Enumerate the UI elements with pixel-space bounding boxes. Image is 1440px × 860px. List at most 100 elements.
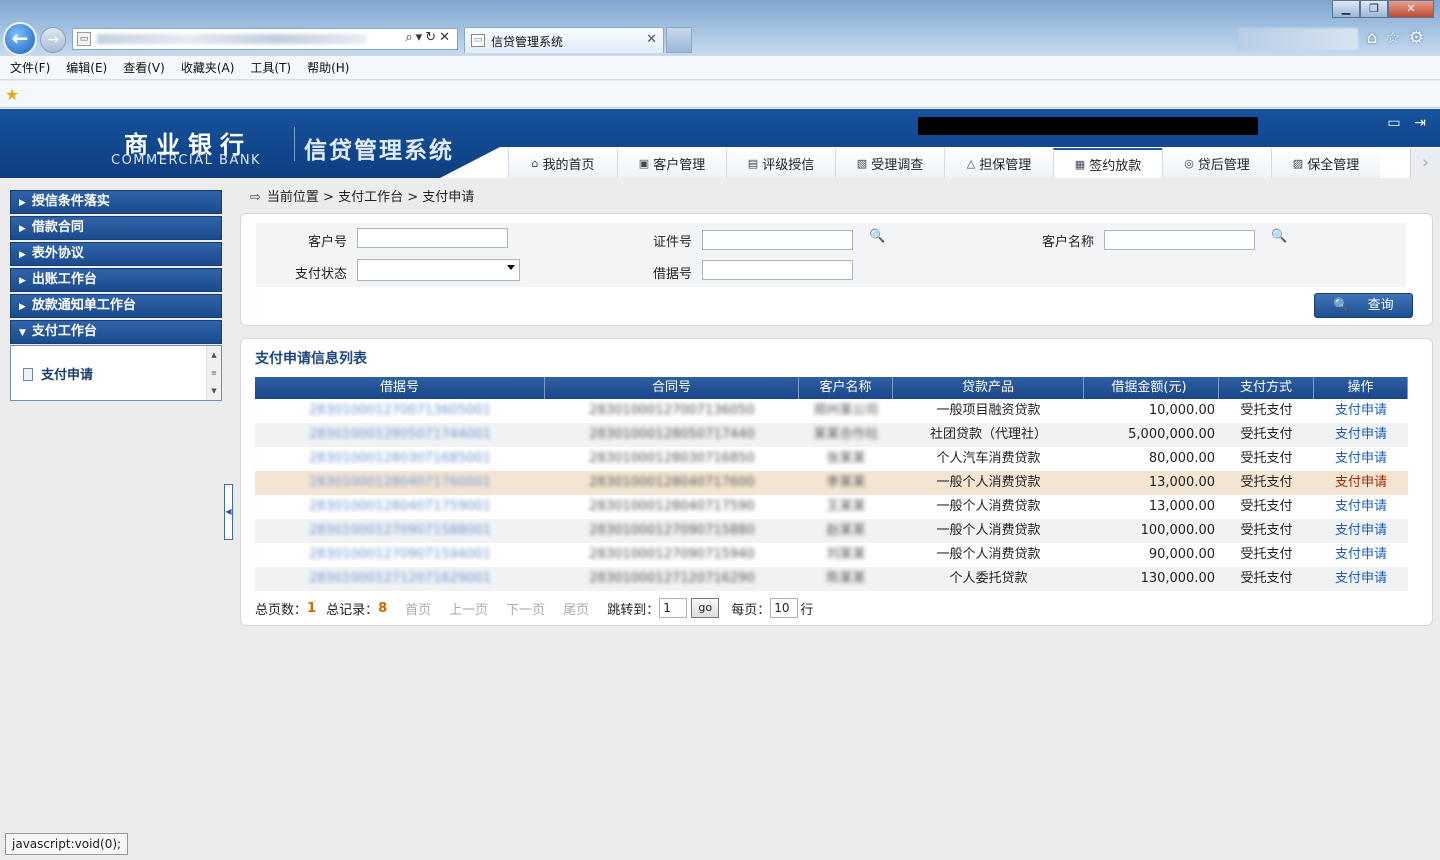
sidebar-item-4[interactable]: ▶ 放款通知单工作台 [10, 294, 222, 318]
nav-tab-6[interactable]: ◎ 贷后管理 [1162, 148, 1271, 178]
payment-apply-link[interactable]: 支付申请 [1335, 475, 1387, 490]
cell-action[interactable]: 支付申请 [1314, 447, 1408, 471]
sidebar-collapse-handle[interactable]: ◀ [224, 484, 233, 540]
menu-item-0[interactable]: 文件(F) [10, 59, 50, 76]
menu-item-4[interactable]: 工具(T) [250, 59, 291, 76]
customer-name-input[interactable] [1104, 230, 1255, 250]
address-bar[interactable]: ▭ ⌕▾↻✕ [72, 28, 458, 50]
cell-text: 28301000128040717590 [589, 499, 755, 514]
cell-action[interactable]: 支付申请 [1314, 567, 1408, 591]
cell-text: 28301000128040717600 [589, 475, 755, 490]
menu-item-2[interactable]: 查看(V) [123, 59, 165, 76]
menu-item-1[interactable]: 编辑(E) [66, 59, 107, 76]
logout-icon[interactable]: ⇥ [1412, 116, 1428, 130]
payment-apply-link[interactable]: 支付申请 [1335, 427, 1387, 442]
id-no-lookup-icon[interactable]: 🔍 [869, 229, 885, 244]
cell-action[interactable]: 支付申请 [1314, 399, 1408, 423]
sidebar-item-1[interactable]: ▶ 借款合同 [10, 216, 222, 240]
scroll-up-icon[interactable]: ▲ [207, 346, 221, 364]
column-header-4[interactable]: 借据金额(元) [1084, 377, 1219, 399]
last-page-link[interactable]: 尾页 [563, 599, 589, 618]
search-icon[interactable]: ⌕ [405, 30, 415, 45]
menu-item-3[interactable]: 收藏夹(A) [181, 59, 235, 76]
refresh-icon[interactable]: ↻ [425, 30, 439, 45]
back-button[interactable]: ← [3, 22, 37, 56]
cell-action[interactable]: 支付申请 [1314, 495, 1408, 519]
query-button[interactable]: 🔍 查询 [1314, 293, 1413, 318]
home-icon[interactable]: ⌂ [1367, 28, 1386, 48]
sidebar-item-0[interactable]: ▶ 授信条件落实 [10, 190, 222, 214]
cell-action[interactable]: 支付申请 [1314, 519, 1408, 543]
scroll-down-icon[interactable]: ▼ [207, 382, 221, 400]
column-header-6[interactable]: 操作 [1314, 377, 1408, 399]
payment-apply-link[interactable]: 支付申请 [1335, 523, 1387, 538]
nav-tab-0[interactable]: ⌂ 我的首页 [508, 148, 617, 178]
scroll-thumb[interactable]: ≡ [207, 364, 221, 382]
jump-page-input[interactable]: 1 [659, 598, 688, 618]
column-header-3[interactable]: 贷款产品 [893, 377, 1084, 399]
compat-icon[interactable]: ▾ [416, 30, 426, 45]
new-tab-button[interactable] [666, 27, 692, 53]
gear-icon[interactable]: ⚙ [1409, 28, 1432, 48]
column-header-1[interactable]: 合同号 [545, 377, 799, 399]
column-header-0[interactable]: 借据号 [255, 377, 545, 399]
table-row[interactable]: 2830100012804071760001 283010001280407176… [255, 471, 1408, 495]
cell-action[interactable]: 支付申请 [1314, 471, 1408, 495]
payment-apply-link[interactable]: 支付申请 [1335, 451, 1387, 466]
tab-close-icon[interactable]: ✕ [646, 32, 657, 47]
nav-tab-1[interactable]: ▣ 客户管理 [617, 148, 726, 178]
query-button-label: 查询 [1367, 298, 1394, 313]
add-favorite-icon[interactable]: ★ [5, 85, 19, 104]
go-button[interactable]: go [691, 598, 720, 618]
per-page-input[interactable]: 10 [770, 598, 799, 618]
customer-name-lookup-icon[interactable]: 🔍 [1271, 229, 1287, 244]
main-nav: ⌂ 我的首页 ▣ 客户管理 ▤ 评级授信 ▧ 受理调查 △ 担保管理 ▦ 签约放款 ◎ 贷后管理 ▨ 保全管理 [508, 148, 1380, 178]
forward-button[interactable]: → [40, 27, 66, 53]
prev-page-link[interactable]: 上一页 [449, 599, 488, 618]
table-row[interactable]: 2830100012803071685001 283010001280307168… [255, 447, 1408, 471]
cell-text: 100,000.00 [1140, 523, 1215, 538]
close-button[interactable]: ✕ [1388, 0, 1434, 18]
sidebar-scrollbar[interactable]: ▲ ≡ ▼ [206, 346, 221, 400]
sidebar-item-3[interactable]: ▶ 出账工作台 [10, 268, 222, 292]
payment-apply-link[interactable]: 支付申请 [1335, 499, 1387, 514]
payment-apply-link[interactable]: 支付申请 [1335, 403, 1387, 418]
minimize-button[interactable]: ▁ [1332, 0, 1360, 18]
nav-tab-2[interactable]: ▤ 评级授信 [726, 148, 835, 178]
redacted-user-info [918, 117, 1258, 135]
column-header-5[interactable]: 支付方式 [1219, 377, 1314, 399]
favorites-icon[interactable]: ☆ [1386, 28, 1409, 48]
sidebar-item-5[interactable]: ▼ 支付工作台 [10, 320, 222, 344]
id-no-input[interactable] [702, 230, 853, 250]
payment-apply-link[interactable]: 支付申请 [1335, 547, 1387, 562]
customer-no-input[interactable] [357, 228, 508, 248]
table-row[interactable]: 2830100012709071594001 283010001270907159… [255, 543, 1408, 567]
stop-icon[interactable]: ✕ [439, 30, 453, 45]
pay-status-select[interactable] [357, 259, 520, 281]
receipt-no-input[interactable] [702, 260, 853, 280]
cell-action[interactable]: 支付申请 [1314, 543, 1408, 567]
table-row[interactable]: 2830100012709071588001 283010001270907158… [255, 519, 1408, 543]
sidebar-subitem-payment-apply[interactable]: 支付申请 [23, 364, 93, 383]
maximize-button[interactable]: ❐ [1360, 0, 1388, 18]
sidebar-item-2[interactable]: ▶ 表外协议 [10, 242, 222, 266]
cell-action[interactable]: 支付申请 [1314, 423, 1408, 447]
nav-tab-5[interactable]: ▦ 签约放款 [1053, 148, 1162, 178]
nav-scroll-right-icon[interactable]: › [1410, 148, 1440, 178]
browser-tab[interactable]: ▭ 信贷管理系统 ✕ [464, 27, 664, 53]
table-row[interactable]: 2830100012804071759001 283010001280407175… [255, 495, 1408, 519]
payment-apply-link[interactable]: 支付申请 [1335, 571, 1387, 586]
nav-tab-4[interactable]: △ 担保管理 [944, 148, 1053, 178]
table-row[interactable]: 2830100012700713605001 283010001270071360… [255, 399, 1408, 423]
next-page-link[interactable]: 下一页 [506, 599, 545, 618]
logo-divider [294, 127, 295, 161]
column-header-2[interactable]: 客户名称 [799, 377, 893, 399]
nav-tab-3[interactable]: ▧ 受理调查 [835, 148, 944, 178]
monitor-icon[interactable]: ▭ [1386, 116, 1402, 130]
first-page-link[interactable]: 首页 [405, 599, 431, 618]
table-row[interactable]: 2830100012805071744001 283010001280507174… [255, 423, 1408, 447]
menu-item-5[interactable]: 帮助(H) [307, 59, 349, 76]
table-row[interactable]: 2830100012712071629001 283010001271207162… [255, 567, 1408, 591]
nav-tab-7[interactable]: ▨ 保全管理 [1271, 148, 1380, 178]
address-actions[interactable]: ⌕▾↻✕ [405, 30, 453, 45]
